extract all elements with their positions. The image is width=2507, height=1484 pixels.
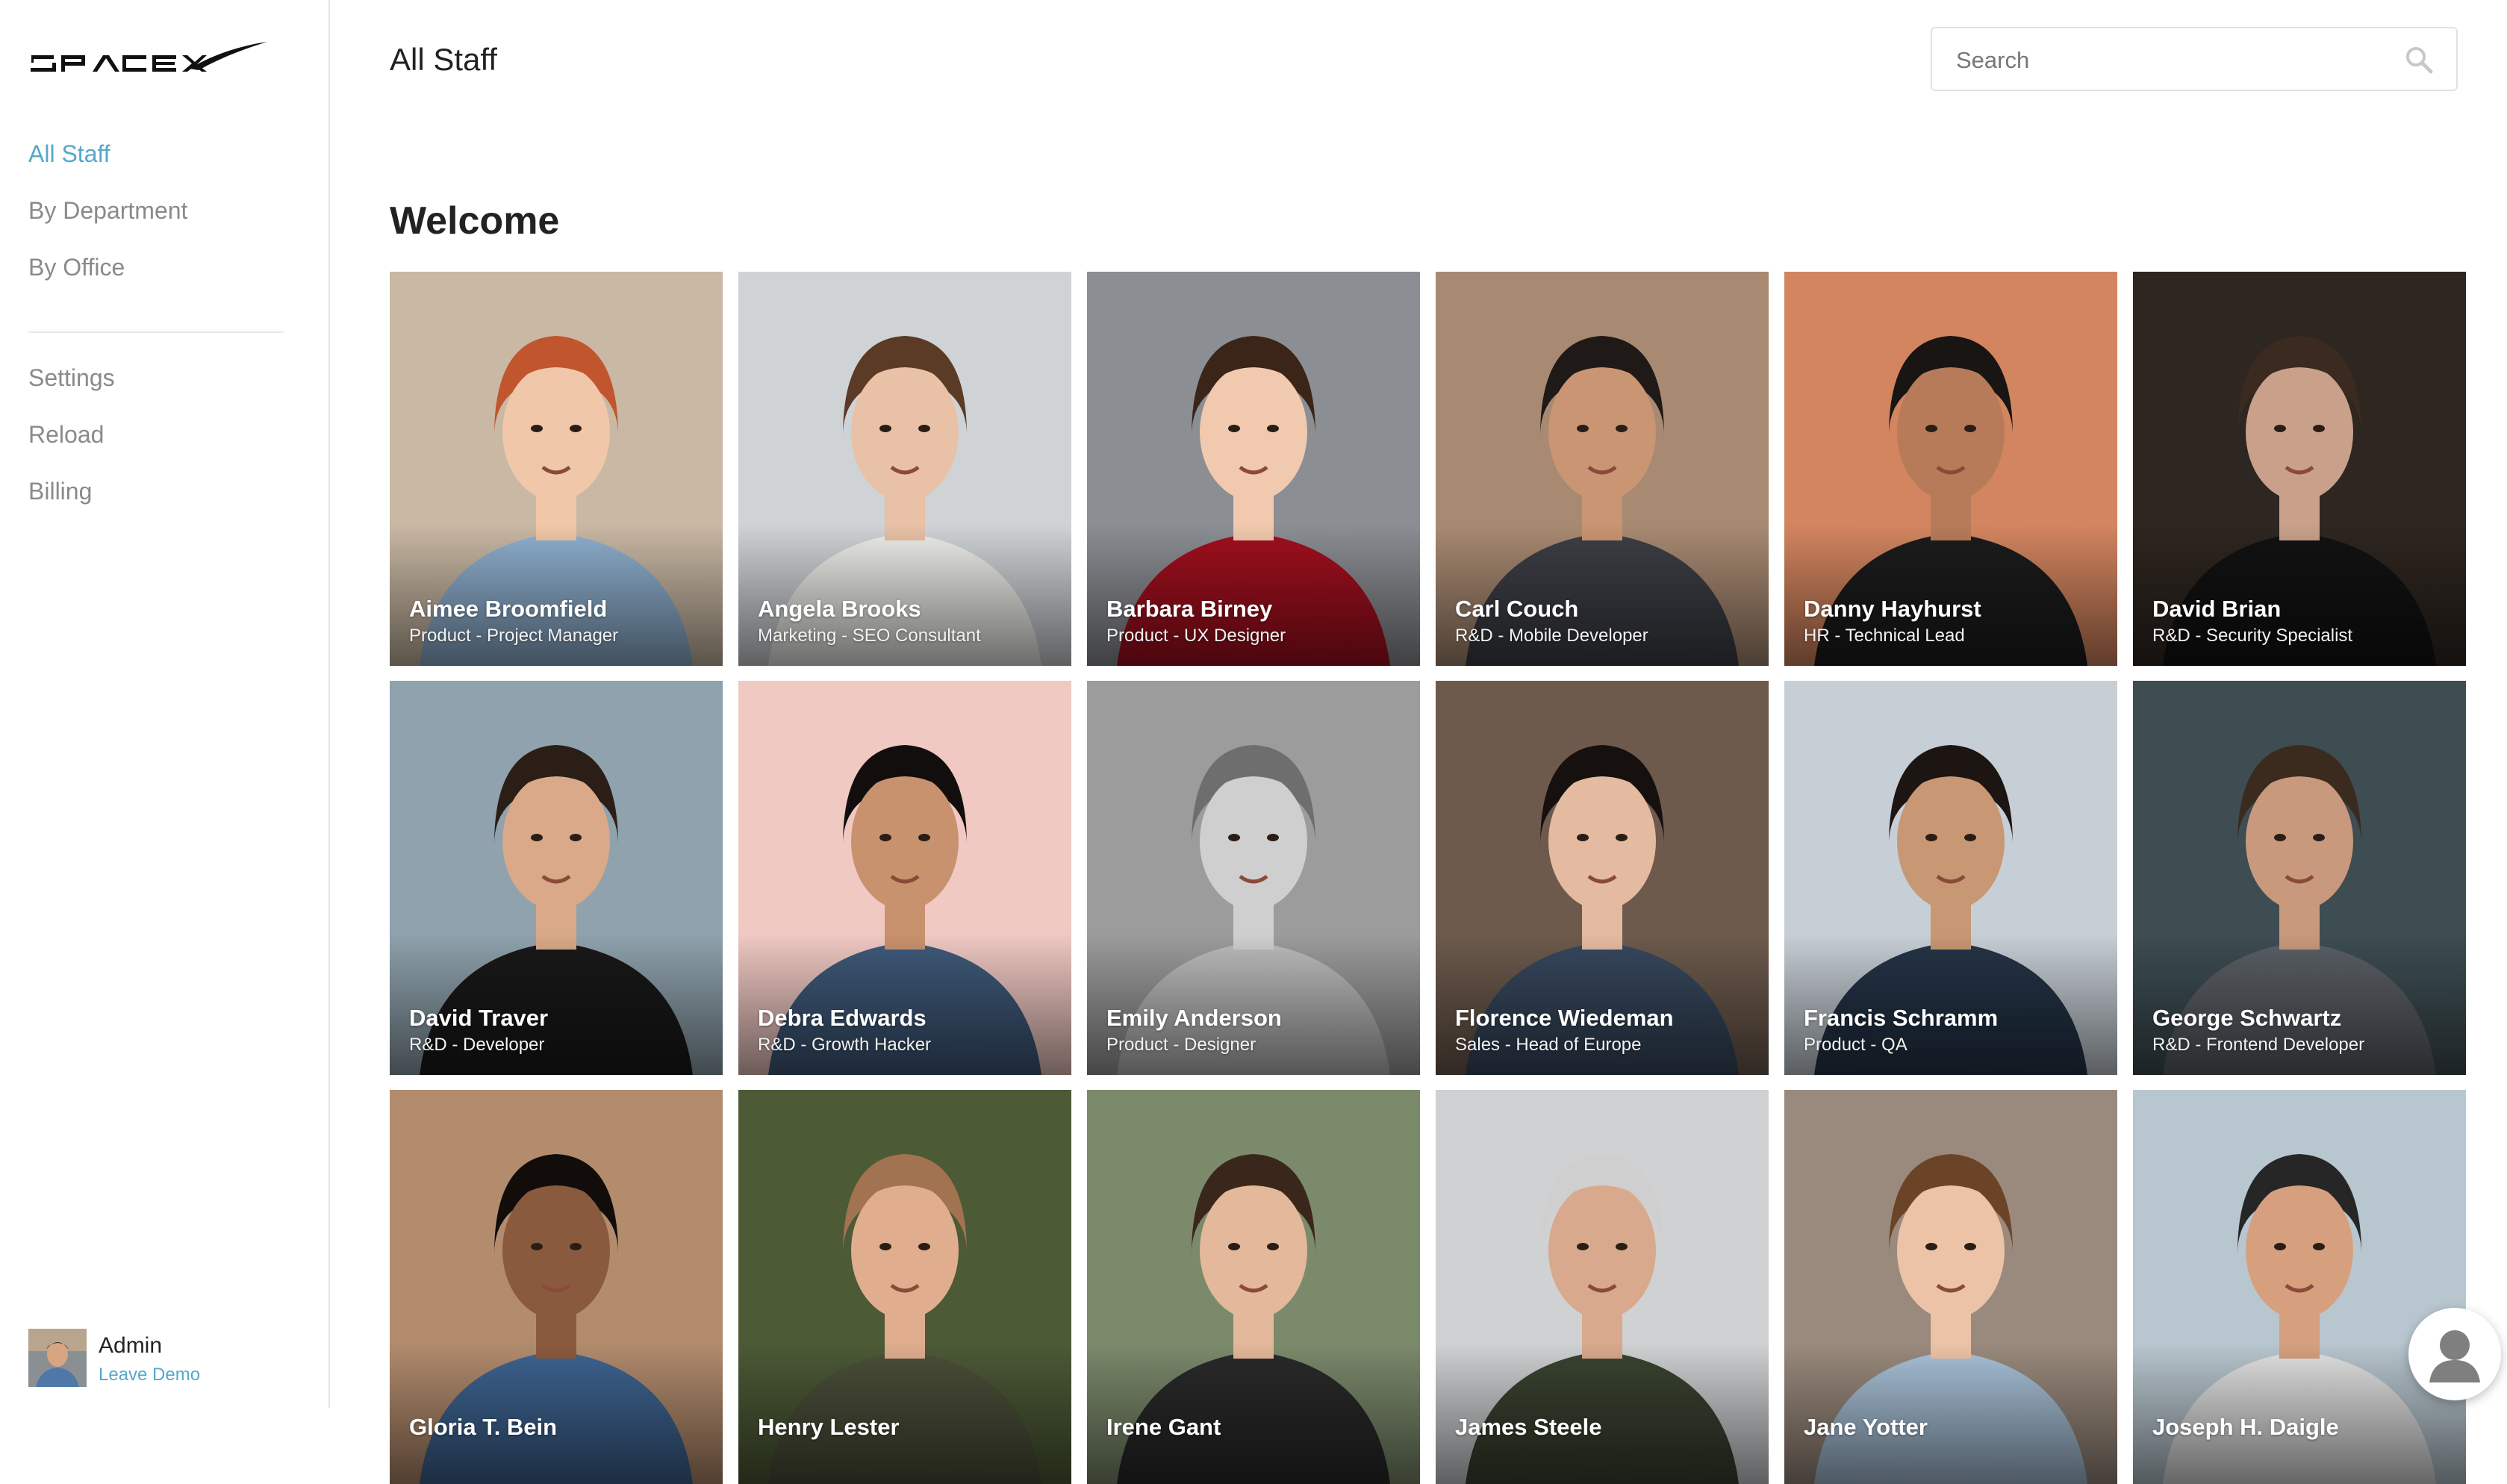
staff-card[interactable]: Barbara Birney Product - UX Designer (1087, 272, 1420, 666)
staff-name: Carl Couch (1455, 596, 1579, 622)
nav-item-by-office[interactable]: By Office (28, 255, 187, 312)
nav-item-by-department[interactable]: By Department (28, 199, 187, 255)
card-gradient (1087, 1342, 1420, 1484)
staff-card[interactable]: Irene Gant (1087, 1090, 1420, 1484)
staff-role: Product - Project Manager (409, 626, 619, 646)
search-icon[interactable] (2404, 45, 2434, 75)
staff-role: Product - UX Designer (1106, 626, 1286, 646)
staff-role: R&D - Mobile Developer (1455, 626, 1648, 646)
search-input[interactable] (1955, 42, 2376, 79)
staff-card[interactable]: Carl Couch R&D - Mobile Developer (1436, 272, 1769, 666)
staff-card[interactable]: Florence Wiedeman Sales - Head of Europe (1436, 681, 1769, 1075)
staff-name: David Traver (409, 1005, 549, 1031)
chat-button[interactable] (2408, 1308, 2501, 1400)
staff-card[interactable]: Henry Lester (738, 1090, 1071, 1484)
staff-card[interactable]: Debra Edwards R&D - Growth Hacker (738, 681, 1071, 1075)
nav-item-billing[interactable]: Billing (28, 479, 115, 536)
nav-item-all-staff[interactable]: All Staff (28, 142, 187, 199)
staff-role: Sales - Head of Europe (1455, 1035, 1642, 1055)
staff-card[interactable]: Danny Hayhurst HR - Technical Lead (1784, 272, 2117, 666)
staff-role: HR - Technical Lead (1804, 626, 1965, 646)
staff-name: Debra Edwards (758, 1005, 926, 1031)
card-gradient (738, 1342, 1071, 1484)
staff-name: Barbara Birney (1106, 596, 1273, 622)
page-title: All Staff (390, 42, 497, 77)
sidebar-divider (28, 331, 284, 333)
leave-demo-link[interactable]: Leave Demo (99, 1365, 200, 1385)
staff-name: James Steele (1455, 1414, 1602, 1440)
staff-name: David Brian (2152, 596, 2282, 622)
staff-role: R&D - Frontend Developer (2152, 1035, 2365, 1055)
user-panel: Admin Leave Demo (28, 1329, 312, 1390)
staff-name: Irene Gant (1106, 1414, 1221, 1440)
staff-card[interactable]: Aimee Broomfield Product - Project Manage… (390, 272, 723, 666)
welcome-heading: Welcome (390, 199, 560, 243)
user-name: Admin (99, 1333, 163, 1358)
avatar[interactable] (28, 1329, 87, 1387)
staff-name: Aimee Broomfield (409, 596, 608, 622)
staff-card[interactable]: George Schwartz R&D - Frontend Developer (2133, 681, 2466, 1075)
card-gradient (1436, 1342, 1769, 1484)
staff-name: Henry Lester (758, 1414, 900, 1440)
staff-role: R&D - Security Specialist (2152, 626, 2353, 646)
spacex-logo[interactable] (30, 39, 269, 76)
staff-role: Marketing - SEO Consultant (758, 626, 981, 646)
staff-name: Gloria T. Bein (409, 1414, 558, 1440)
staff-card[interactable]: Gloria T. Bein (390, 1090, 723, 1484)
primary-nav: All Staff By Department By Office (28, 142, 187, 312)
staff-role: Product - QA (1804, 1035, 1908, 1055)
staff-name: Joseph H. Daigle (2152, 1414, 2339, 1440)
staff-name: Emily Anderson (1106, 1005, 1282, 1031)
staff-name: Danny Hayhurst (1804, 596, 1981, 622)
search-box[interactable] (1931, 27, 2458, 91)
staff-name: Florence Wiedeman (1455, 1005, 1674, 1031)
staff-card[interactable]: Jane Yotter (1784, 1090, 2117, 1484)
staff-card[interactable]: Angela Brooks Marketing - SEO Consultant (738, 272, 1071, 666)
nav-item-reload[interactable]: Reload (28, 423, 115, 479)
staff-name: Jane Yotter (1804, 1414, 1928, 1440)
staff-name: George Schwartz (2152, 1005, 2342, 1031)
staff-role: R&D - Developer (409, 1035, 545, 1055)
card-gradient (390, 1342, 723, 1484)
staff-role: Product - Designer (1106, 1035, 1256, 1055)
staff-card[interactable]: Joseph H. Daigle (2133, 1090, 2466, 1484)
staff-card[interactable]: Francis Schramm Product - QA (1784, 681, 2117, 1075)
nav-item-settings[interactable]: Settings (28, 366, 115, 423)
staff-role: R&D - Growth Hacker (758, 1035, 932, 1055)
staff-card[interactable]: Emily Anderson Product - Designer (1087, 681, 1420, 1075)
staff-card[interactable]: David Traver R&D - Developer (390, 681, 723, 1075)
staff-name: Angela Brooks (758, 596, 921, 622)
sidebar: All Staff By Department By Office Settin… (0, 0, 330, 1408)
person-icon (2429, 1330, 2480, 1382)
staff-name: Francis Schramm (1804, 1005, 1999, 1031)
card-gradient (1784, 1342, 2117, 1484)
secondary-nav: Settings Reload Billing (28, 366, 115, 536)
staff-card[interactable]: David Brian R&D - Security Specialist (2133, 272, 2466, 666)
staff-card[interactable]: James Steele (1436, 1090, 1769, 1484)
